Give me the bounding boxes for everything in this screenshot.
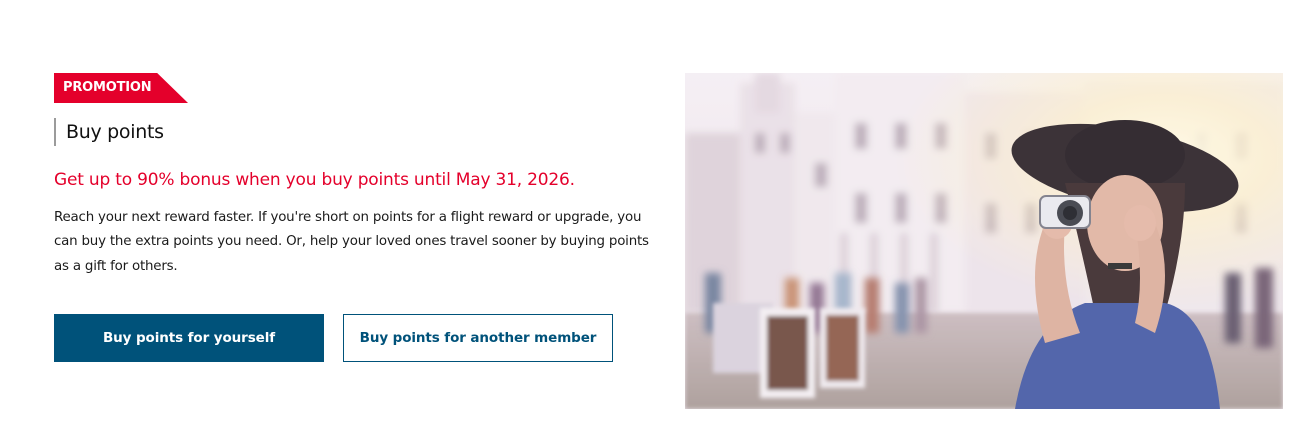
action-buttons: Buy points for yourself Buy points for a… — [54, 314, 613, 362]
promotion-section: PROMOTION Buy points Get up to 90% bonus… — [0, 0, 1304, 432]
promotion-content: PROMOTION Buy points Get up to 90% bonus… — [54, 73, 654, 279]
page-title: Buy points — [66, 121, 164, 143]
buy-points-yourself-button[interactable]: Buy points for yourself — [54, 314, 324, 362]
promotion-badge: PROMOTION — [54, 73, 188, 103]
title-block: Buy points — [54, 118, 654, 146]
promotion-photo — [685, 73, 1283, 409]
bonus-headline: Get up to 90% bonus when you buy points … — [54, 170, 575, 190]
travel-photo-illustration — [685, 73, 1283, 409]
buy-points-another-member-button[interactable]: Buy points for another member — [343, 314, 613, 362]
promotion-description: Reach your next reward faster. If you're… — [54, 210, 649, 274]
